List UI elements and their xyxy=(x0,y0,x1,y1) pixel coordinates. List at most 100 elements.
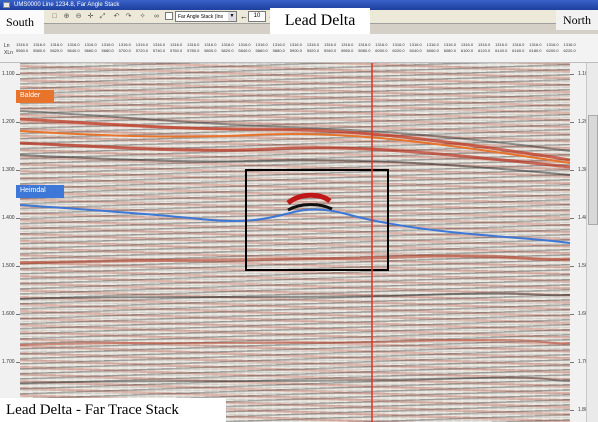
zoom-out-icon[interactable]: ⊖ xyxy=(74,12,83,21)
crossline-value: 5820.0 xyxy=(221,48,234,53)
time-tick-label: 1.400 xyxy=(2,215,15,221)
crossline-value: 6080.0 xyxy=(443,48,456,53)
header-key-ln: Ln xyxy=(4,43,10,49)
time-tick-label: 1.300 xyxy=(2,167,15,173)
trace-header-columns: 1316.0 5560.0 1316.0 5580.0 1316.0 5620.0 1316… xyxy=(16,42,576,56)
crossline-value: 6020.0 xyxy=(392,48,405,53)
trace-header-column: 1316.0 5860.0 xyxy=(256,42,268,56)
trace-header-column: 1316.0 5780.0 xyxy=(187,42,199,56)
trace-header-column: 1316.0 6140.0 xyxy=(495,42,507,56)
crossline-value: 5940.0 xyxy=(323,48,337,53)
lead-bright-red-event xyxy=(286,192,332,206)
link-icon[interactable]: ∞ xyxy=(152,12,161,21)
time-tick-mark xyxy=(570,170,574,171)
trace-header-column: 1316.0 6200.0 xyxy=(546,42,558,56)
crossline-value: 5860.0 xyxy=(255,48,268,53)
trace-header-column: 1316.0 5680.0 xyxy=(102,42,114,56)
crossline-value: 5780.0 xyxy=(187,48,200,53)
time-tick-label: 1.700 xyxy=(2,359,15,365)
seismic-section[interactable] xyxy=(20,63,570,422)
figure-caption: Lead Delta - Far Trace Stack xyxy=(0,398,226,422)
crossline-value: 5920.0 xyxy=(306,48,320,53)
crossline-value: 6160.0 xyxy=(512,48,525,53)
crossline-value: 5560.0 xyxy=(16,48,29,53)
crossline-value: 6180.0 xyxy=(529,48,542,53)
pick-icon[interactable]: ✧ xyxy=(138,12,147,21)
crossline-value: 6040.0 xyxy=(409,48,422,53)
trace-header-column: 1316.0 6060.0 xyxy=(427,42,439,56)
pan-icon[interactable]: ✛ xyxy=(86,12,95,21)
event-dark-4 xyxy=(20,376,570,384)
time-tick-mark xyxy=(570,410,574,411)
zoom-in-icon[interactable]: ⊕ xyxy=(62,12,71,21)
trace-header-column: 1316.0 5640.0 xyxy=(67,42,79,56)
trace-header-column: 1316.0 5880.0 xyxy=(273,42,285,56)
trace-header-column: 1316.0 6040.0 xyxy=(410,42,422,56)
lead-title-label: Lead Delta xyxy=(270,8,370,34)
time-tick-label: 1.100 xyxy=(2,71,15,77)
trace-header-column: 1316.0 5900.0 xyxy=(290,42,302,56)
crossline-value: 5680.0 xyxy=(101,48,114,53)
window-title: UMS0000 Line 1234.8, Far Angle Stack xyxy=(14,2,120,8)
crossline-value: 6000.0 xyxy=(375,48,388,53)
crossline-value: 5980.0 xyxy=(358,48,371,53)
trace-header-column: 1316.0 5940.0 xyxy=(324,42,336,56)
volume-select-value: Far Angle Stack (Ins xyxy=(178,14,224,20)
trace-header-column: 1316.0 6160.0 xyxy=(512,42,524,56)
trace-header-column: 1316.0 5760.0 xyxy=(170,42,182,56)
time-axis-left: 1.1001.2001.3001.4001.5001.6001.7001.800 xyxy=(0,63,20,422)
crossline-value: 6120.0 xyxy=(477,48,491,53)
time-tick-mark xyxy=(570,74,574,75)
time-tick-mark xyxy=(570,314,574,315)
seismic-overlay xyxy=(20,63,570,422)
time-tick-label: 1.200 xyxy=(2,119,15,125)
trace-header-column: 1316.0 5700.0 xyxy=(119,42,131,56)
chevron-down-icon: ▼ xyxy=(228,12,236,21)
time-tick-mark xyxy=(570,122,574,123)
trace-header-column: 1316.0 6100.0 xyxy=(461,42,473,56)
trace-header-column: 1316.0 5980.0 xyxy=(358,42,370,56)
trace-header-column: 1316.0 6020.0 xyxy=(392,42,404,56)
trace-header-column: 1316.0 6180.0 xyxy=(529,42,541,56)
trace-header-column: 1316.0 5720.0 xyxy=(136,42,148,56)
time-tick-mark xyxy=(570,362,574,363)
trace-header-column: 1316.0 6080.0 xyxy=(444,42,456,56)
time-tick-mark xyxy=(570,266,574,267)
trace-header-column: 1316.0 5840.0 xyxy=(238,42,250,56)
trace-header-column: 1316.0 5920.0 xyxy=(307,42,319,56)
crossline-value: 6100.0 xyxy=(460,48,474,53)
step-input[interactable]: 10 xyxy=(248,11,266,22)
event-red-3 xyxy=(20,254,570,265)
north-label: North xyxy=(556,10,598,30)
balder-label: Balder xyxy=(16,90,54,103)
crossline-value: 5760.0 xyxy=(169,48,183,53)
prev-line-button[interactable]: ← xyxy=(240,11,248,22)
select-tool-icon[interactable]: □ xyxy=(50,12,59,21)
south-label: South xyxy=(0,10,44,34)
trace-header-column: 1316.0 6220.0 xyxy=(564,42,576,56)
crossline-value: 5900.0 xyxy=(289,48,302,53)
trace-header-column: 1316.0 6000.0 xyxy=(375,42,387,56)
scrollbar-thumb[interactable] xyxy=(588,115,598,225)
volume-select[interactable]: Far Angle Stack (Ins ▼ xyxy=(175,11,237,22)
event-red-4 xyxy=(20,338,570,346)
redo-icon[interactable]: ↷ xyxy=(124,12,133,21)
trace-header-column: 1316.0 5660.0 xyxy=(84,42,96,56)
app-icon xyxy=(3,2,10,8)
event-dark-3 xyxy=(20,292,570,300)
heimdal-label: Heimdal xyxy=(16,185,64,198)
zoom-fit-icon[interactable]: ⤢ xyxy=(98,12,107,21)
crossline-value: 5580.0 xyxy=(33,48,46,53)
trace-header-column: 1316.0 5960.0 xyxy=(341,42,353,56)
crossline-value: 5700.0 xyxy=(118,48,131,53)
undo-icon[interactable]: ↶ xyxy=(112,12,121,21)
crossline-value: 5660.0 xyxy=(84,48,97,53)
vertical-scrollbar[interactable] xyxy=(586,63,598,422)
crossline-value: 5640.0 xyxy=(67,48,80,53)
overlay-checkbox[interactable] xyxy=(165,12,173,20)
trace-header-column: 1316.0 5800.0 xyxy=(204,42,216,56)
trace-header-column: 1316.0 5820.0 xyxy=(221,42,233,56)
trace-header-panel: Ln XLn 1316.0 5560.0 1316.0 5580.0 1316.0 562… xyxy=(0,34,598,63)
crossline-value: 5740.0 xyxy=(152,48,166,53)
balder-upper-red xyxy=(20,117,570,162)
